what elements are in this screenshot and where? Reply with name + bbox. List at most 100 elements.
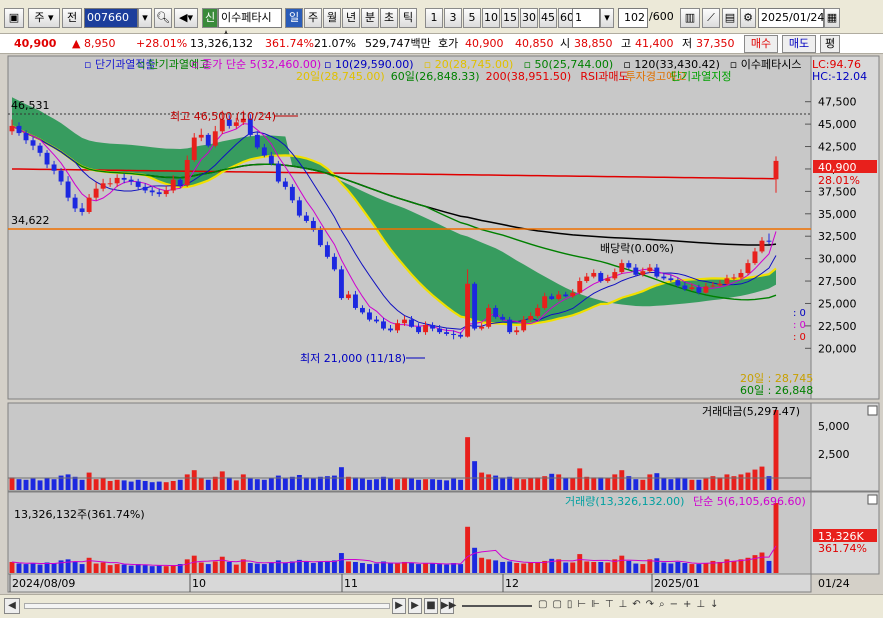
stop-icon[interactable]: ■ — [424, 598, 438, 614]
calendar-icon[interactable]: ▦ — [824, 8, 840, 28]
candle-body — [367, 312, 372, 320]
zoom-slider[interactable] — [462, 605, 532, 607]
interval-tab-5[interactable]: 5 — [463, 8, 481, 28]
volume-bar — [661, 562, 667, 573]
volume-bar — [521, 563, 527, 573]
save-icon[interactable]: ▤ — [722, 8, 738, 28]
candle-body — [289, 186, 295, 201]
price-tick-label: 32,500 — [818, 230, 857, 243]
candle-body — [374, 319, 379, 322]
amount-bar — [395, 479, 400, 490]
interval-input[interactable]: 1 — [572, 8, 600, 28]
volume-bar — [268, 562, 274, 573]
legend2-item-5: 단기과열지정 — [671, 70, 732, 83]
interval-tab-30[interactable]: 30 — [520, 8, 538, 28]
candle-body — [696, 287, 702, 293]
date-label: 11 — [344, 577, 358, 590]
scroll-right-icon[interactable]: ▶ — [392, 598, 406, 614]
period-tab-6[interactable]: 틱 — [399, 8, 417, 28]
volume-bar — [226, 561, 232, 573]
scrollbar-track[interactable] — [24, 603, 390, 609]
play-icon[interactable]: ▶ — [408, 598, 422, 614]
amount-bar — [205, 479, 211, 490]
amount-tick-label: 2,500 — [818, 448, 850, 461]
period-selector[interactable]: 주 ▾ — [28, 8, 60, 28]
period-tab-3[interactable]: 년 — [342, 8, 360, 28]
period-tab-0[interactable]: 일 — [285, 8, 303, 28]
interval-tab-3[interactable]: 3 — [444, 8, 462, 28]
volume-bar — [437, 564, 443, 573]
candle-body — [107, 183, 113, 185]
candle-body — [661, 276, 667, 279]
volume-bar — [374, 563, 379, 573]
amount-bar — [514, 478, 520, 490]
amount-bar — [177, 479, 183, 490]
chart-type-icon[interactable]: ▥ — [680, 8, 700, 28]
candle-body — [675, 280, 681, 286]
amount-bar — [388, 478, 393, 490]
amount-bar — [619, 470, 625, 490]
interval-dropdown-icon[interactable]: ▾ — [600, 8, 614, 28]
trend-icon[interactable]: ⟋ — [702, 8, 720, 28]
amount-bar — [682, 478, 688, 490]
search-icon[interactable]: 🔍︎ — [154, 8, 172, 28]
amount-bar — [198, 477, 204, 490]
dividend-annotation: 배당락(0.00%) — [600, 242, 674, 255]
legend-item-7: ▫ 이수페타시스 — [730, 58, 802, 71]
count-input[interactable]: 102 — [618, 8, 648, 28]
interval-tab-10[interactable]: 10 — [482, 8, 500, 28]
stock-code-input[interactable]: 007660 — [84, 8, 138, 28]
amount-bar — [374, 479, 379, 490]
candle-body — [773, 160, 779, 180]
price-tick-label: 22,500 — [818, 320, 857, 333]
interval-tab-1[interactable]: 1 — [425, 8, 443, 28]
amount-bar — [598, 477, 604, 490]
volume-bar — [486, 559, 492, 573]
volume-bar — [233, 564, 239, 573]
stock-name-field: 이수페타시스 — [218, 8, 282, 42]
amount-close-icon[interactable] — [867, 405, 878, 416]
candle-body — [766, 240, 772, 242]
layout-icon[interactable]: ▣ — [4, 8, 24, 28]
speaker-icon[interactable]: ◀▾ — [174, 8, 198, 28]
volume-bar — [773, 503, 779, 573]
amount-bar — [317, 476, 323, 490]
amount-bar — [696, 479, 702, 490]
volume-close-icon[interactable] — [867, 494, 878, 505]
volume-bar — [500, 561, 506, 573]
amount-bar — [261, 479, 267, 490]
amount-bar — [142, 480, 148, 490]
buy-button[interactable]: 매수 — [744, 35, 778, 53]
sell-button[interactable]: 매도 — [782, 35, 816, 53]
amount-bar — [303, 477, 309, 490]
prev-button[interactable]: 전 — [62, 8, 82, 28]
period-tab-1[interactable]: 주 — [304, 8, 322, 28]
volume-bar — [16, 563, 22, 573]
settings-gear-icon[interactable]: ⚙ — [740, 8, 756, 28]
amount-bar — [72, 476, 78, 490]
candle-body — [9, 125, 15, 132]
date-input[interactable]: 2025/01/24 — [758, 8, 824, 28]
amount-bar — [296, 474, 302, 490]
candle-body — [458, 334, 464, 337]
candle-body — [86, 197, 92, 212]
scroll-left-icon[interactable]: ◀ — [4, 598, 20, 614]
price-tick-label: 25,000 — [818, 297, 857, 310]
code-dropdown-icon[interactable]: ▾ — [138, 8, 152, 28]
amount-bar — [500, 477, 506, 490]
period-tab-5[interactable]: 초 — [380, 8, 398, 28]
amount-bar — [738, 474, 744, 490]
fast-forward-icon[interactable]: ▶▶ — [440, 598, 456, 614]
eval-button[interactable]: 평 — [820, 35, 840, 53]
candle-body — [360, 307, 365, 313]
volume-bar — [163, 566, 169, 573]
volume-bar — [212, 561, 218, 573]
stock-chart[interactable]: 47,50045,00042,50040,00037,50035,00032,5… — [0, 54, 883, 594]
period-tab-2[interactable]: 월 — [323, 8, 341, 28]
credit-badge: 신 — [202, 8, 218, 28]
period-tab-4[interactable]: 분 — [361, 8, 379, 28]
drawing-tools-icons[interactable]: ▢▢▯⊢⊩⊤⊥↶↷⌕−+⊥↓ — [538, 598, 878, 614]
interval-tab-15[interactable]: 15 — [501, 8, 519, 28]
interval-tab-45[interactable]: 45 — [539, 8, 557, 28]
volume-bar — [310, 563, 316, 573]
